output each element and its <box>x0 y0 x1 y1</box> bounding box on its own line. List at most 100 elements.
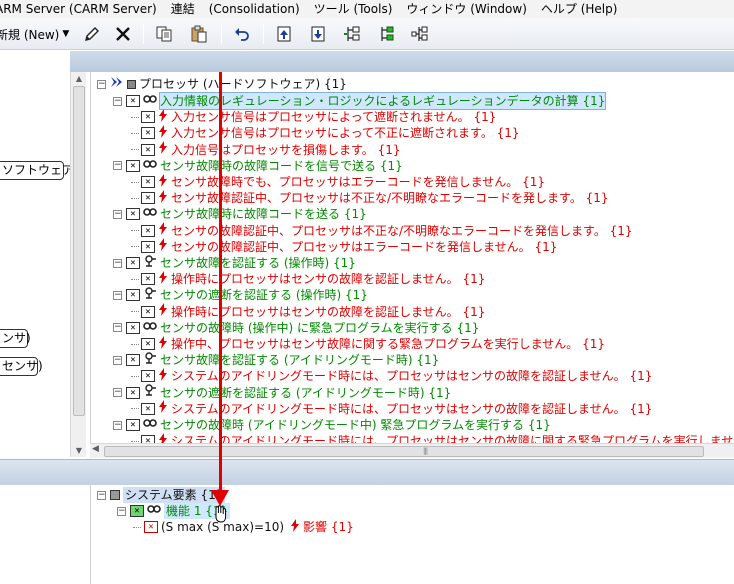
move-up-icon[interactable] <box>272 22 296 46</box>
x-box-icon: ✕ <box>141 240 155 253</box>
menu-consolidation[interactable]: (Consolidation) <box>202 0 307 18</box>
panel-header <box>0 51 734 72</box>
element-icon <box>110 490 120 500</box>
scroll-left-icon[interactable]: ◀ <box>92 444 99 454</box>
failure-row[interactable]: ✕ 入力センサ信号はプロセッサによって遮断されません。 {1} <box>131 108 496 125</box>
failure-row[interactable]: ✕ システムのアイドリングモード時には、プロセッサはセンサの故障を認証しません。 … <box>131 400 652 417</box>
bottom-root[interactable]: − システム要素 {1} <box>97 487 226 503</box>
tree-indent-icon[interactable] <box>340 22 364 46</box>
scroll-up-icon[interactable]: ▲ <box>74 74 84 83</box>
menu-tools[interactable]: ツール (Tools) <box>307 0 400 18</box>
collapse-icon[interactable]: − <box>113 323 122 333</box>
failure-label: 入力センサ信号はプロセッサによって不正に遮断されます。 {1} <box>171 126 520 141</box>
menu-help[interactable]: ヘルプ (Help) <box>534 0 625 18</box>
tree-add-icon[interactable] <box>374 22 398 46</box>
pane-divider[interactable] <box>0 459 734 485</box>
scroll-down-icon[interactable]: ▼ <box>74 446 84 455</box>
link-icon <box>147 503 161 519</box>
tree-branch <box>131 116 139 118</box>
drag-arrow-head <box>211 490 229 506</box>
lightning-icon <box>158 400 168 417</box>
collapse-icon[interactable]: − <box>113 161 122 171</box>
failure-row[interactable]: ✕ 入力信号はプロセッサを損傷します。 {1} <box>131 141 401 158</box>
menu-consolidation-jp[interactable]: 連結 <box>164 0 202 18</box>
menu-bar: ARM Server (CARM Server) 連結 (Consolidati… <box>0 0 734 18</box>
x-box-icon: ✕ <box>141 111 155 124</box>
collapse-icon[interactable]: − <box>117 506 126 516</box>
function-label: センサの遮断を認証する (操作時) {1} <box>160 288 368 303</box>
undo-icon[interactable] <box>230 22 254 46</box>
menu-window[interactable]: ウィンドウ (Window) <box>399 0 534 18</box>
tree-outdent-icon[interactable] <box>408 22 432 46</box>
copy-icon[interactable] <box>152 22 176 46</box>
failure-label: システムのアイドリングモード時には、プロセッサはセンサの故障を認証しません。 {… <box>171 369 653 384</box>
function-row[interactable]: − ✕ センサ故障を認証する (アイドリングモード時) {1} <box>113 351 440 368</box>
failure-label: センサ故障認証中、プロセッサは不正な/不明瞭なエラーコードを発します。 {1} <box>171 191 609 206</box>
bottom-root-label: システム要素 {1} <box>123 487 226 503</box>
failure-row[interactable]: ✕ 入力センサ信号はプロセッサによって不正に遮断されます。 {1} <box>131 124 520 142</box>
move-down-icon[interactable] <box>306 22 330 46</box>
x-box-icon: ✕ <box>126 289 140 302</box>
scrollbar-thumb[interactable] <box>73 86 85 416</box>
failure-row[interactable]: ✕ システムのアイドリングモード時には、プロセッサはセンサの故障を認証しません。 … <box>131 367 653 385</box>
x-box-icon: ✕ <box>126 208 140 221</box>
new-button[interactable]: 新規 (New) ▼ <box>0 22 76 46</box>
x-box-icon: ✕ <box>141 224 155 237</box>
function-row[interactable]: − ✕ 入力情報のレギュレーション・ロジックによるレギュレーションデータの計算 {1… <box>113 92 607 110</box>
lightning-icon <box>158 222 168 239</box>
failure-label: センサの故障認証中、プロセッサは不正な/不明瞭なエラーコードを発信します。 {1… <box>171 223 633 238</box>
collapse-icon[interactable]: − <box>113 420 122 430</box>
paste-icon[interactable] <box>187 22 211 46</box>
link-icon <box>143 320 157 336</box>
lightning-icon <box>158 270 168 288</box>
tree-branch <box>131 408 139 410</box>
failure-row[interactable]: ✕ 操作中、プロセッサはセンサ故障に関する緊急プログラムを実行しません。 {1} <box>131 335 605 352</box>
left-vertical-scrollbar[interactable]: ▲ ▼ <box>70 72 86 457</box>
x-box-icon: ✕ <box>126 321 140 334</box>
function-row[interactable]: − ✕ センサの遮断を認証する (アイドリングモード時) {1} <box>113 384 451 401</box>
failure-row[interactable]: ✕ センサの故障認証中、プロセッサはエラーコードを発信しません。 {1} <box>131 238 558 255</box>
pencil-icon[interactable] <box>80 22 104 46</box>
function-row[interactable]: − ✕ センサ故障時の故障コードを信号で送る {1} <box>113 158 403 174</box>
left-tree-node-software[interactable]: ソフトウェア) <box>0 161 79 180</box>
x-box-icon: ✕ <box>141 305 155 318</box>
tree-branch <box>133 526 141 528</box>
tree-root-label: プロセッサ (ハードソフトウェア) {1} <box>139 77 347 91</box>
failure-row[interactable]: ✕ 操作時にプロセッサはセンサの故障を認証しません。 {1} <box>131 303 485 320</box>
left-tree-node-sensor-1[interactable]: ンサ) <box>0 329 31 348</box>
failure-row[interactable]: ✕ 操作時にプロセッサはセンサの故障を認証しません。 {1} <box>131 270 485 288</box>
function-label: センサ故障を認証する (アイドリングモード時) {1} <box>160 353 440 368</box>
menu-app[interactable]: ARM Server (CARM Server) <box>0 0 164 18</box>
function-row[interactable]: − ✕ センサの故障時 (アイドリングモード中) 緊急プログラムを実行する {1} <box>113 417 551 433</box>
tree-branch <box>131 132 139 134</box>
bottom-leaf[interactable]: ✕ (S max (S max)=10) 影響 {1} <box>133 518 354 536</box>
collapse-icon[interactable]: − <box>113 388 122 398</box>
failure-label: センサの故障認証中、プロセッサはエラーコードを発信しません。 {1} <box>171 239 558 254</box>
failure-row[interactable]: ✕ センサ故障認証中、プロセッサは不正な/不明瞭なエラーコードを発します。 {1} <box>131 189 609 206</box>
link-icon <box>143 417 157 433</box>
function-row[interactable]: − ✕ センサの故障時 (操作中) に緊急プログラムを実行する {1} <box>113 320 479 336</box>
x-box-icon: ✕ <box>126 159 140 172</box>
tree-branch <box>131 181 139 183</box>
failure-label: システムのアイドリングモード時には、プロセッサはセンサの故障に関する緊急プログラ… <box>171 434 734 443</box>
function-row[interactable]: − ✕ センサ故障を認証する (操作時) {1} <box>113 254 356 271</box>
failure-row[interactable]: ✕ センサの故障認証中、プロセッサは不正な/不明瞭なエラーコードを発信します。 {… <box>131 222 633 239</box>
function-row[interactable]: − ✕ センサ故障時に故障コードを送る {1} <box>113 206 367 222</box>
collapse-icon[interactable]: − <box>113 258 122 268</box>
collapse-icon[interactable]: − <box>97 490 106 500</box>
collapse-icon[interactable]: − <box>113 355 122 365</box>
left-tree-node-sensor-2[interactable]: センサ) <box>0 357 43 376</box>
collapse-icon[interactable]: − <box>113 209 122 219</box>
arrow-pointer-icon <box>110 75 124 93</box>
lightning-icon <box>158 124 168 142</box>
collapse-icon[interactable]: − <box>113 96 122 106</box>
lightning-icon <box>290 518 300 536</box>
lightning-icon <box>158 367 168 385</box>
failure-row[interactable]: ✕ センサ故障時でも、プロセッサはエラーコードを発信しません。 {1} <box>131 173 545 190</box>
delete-icon[interactable] <box>111 22 135 46</box>
function-row[interactable]: − ✕ センサの遮断を認証する (操作時) {1} <box>113 287 368 303</box>
scrollbar-thumb[interactable] <box>104 446 704 457</box>
collapse-icon[interactable]: − <box>97 79 106 89</box>
horizontal-scrollbar[interactable]: ◀ ||| <box>90 443 734 458</box>
collapse-icon[interactable]: − <box>113 290 122 300</box>
